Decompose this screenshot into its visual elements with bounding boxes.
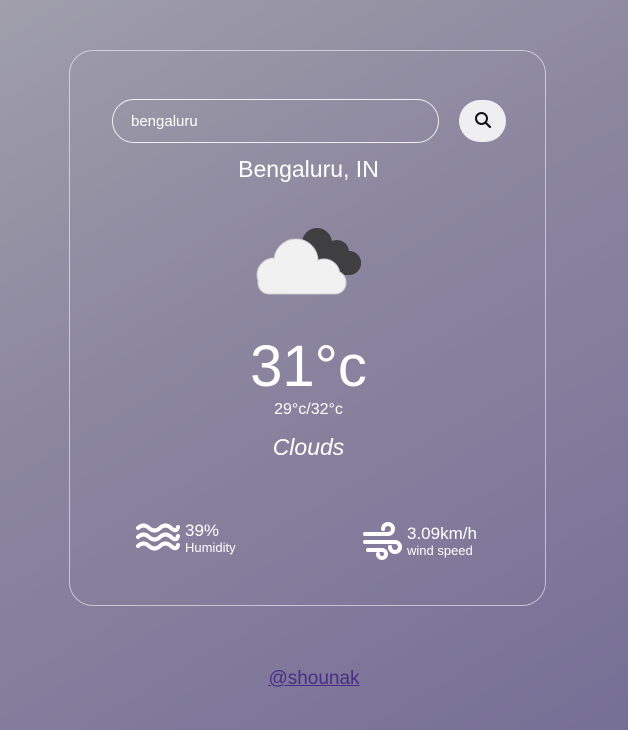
location-name: Bengaluru, IN (238, 156, 379, 182)
weather-condition: Clouds (272, 434, 345, 460)
wind-icon (362, 521, 402, 561)
temperature: 31°c (250, 334, 367, 399)
humidity-label: Humidity (185, 540, 236, 555)
humidity-waves-icon (135, 522, 180, 556)
wind-stat: 3.09km/h wind speed (362, 521, 477, 561)
humidity-stat: 39% Humidity (135, 521, 236, 556)
search-icon (474, 111, 492, 132)
weather-card: Bengaluru, IN 31 (69, 50, 546, 606)
search-button[interactable] (459, 100, 506, 142)
wind-value: 3.09km/h (407, 523, 477, 543)
wind-label: wind speed (407, 542, 473, 558)
humidity-value: 39% (185, 521, 220, 540)
search-input[interactable] (112, 99, 439, 143)
min-max-temperature: 29°c/32°c (274, 401, 343, 418)
clouds-icon (253, 221, 365, 301)
author-credit-link[interactable]: @shounak (0, 668, 628, 690)
